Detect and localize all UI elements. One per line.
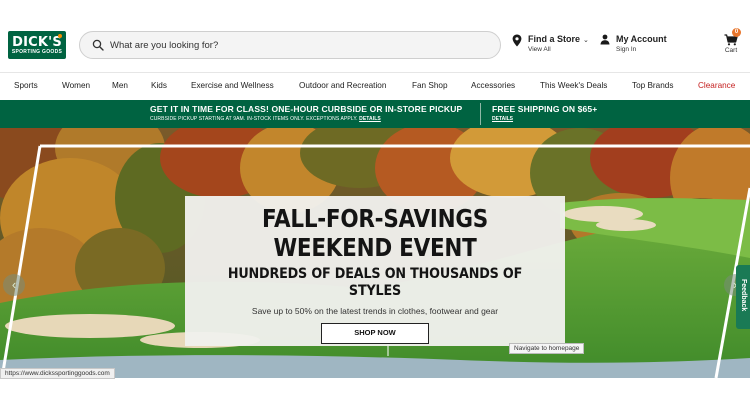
find-a-store[interactable]: Find a Store ⌄ View All (512, 34, 589, 56)
logo-dot (58, 34, 62, 38)
hero-body-text: Save up to 50% on the latest trends in c… (251, 306, 499, 316)
cart-count-badge: 0 (732, 28, 741, 37)
search-input[interactable] (110, 39, 470, 51)
nav-item-accessories[interactable]: Accessories (471, 81, 515, 90)
nav-item-kids[interactable]: Kids (151, 81, 167, 90)
hero-banner[interactable]: FALL-FOR-SAVINGS WEEKEND EVENT HUNDREDS … (0, 128, 750, 378)
feedback-tab[interactable]: Feedback (736, 265, 750, 329)
cart-button[interactable]: 0 Cart (720, 28, 742, 56)
promo-banner: GET IT IN TIME FOR CLASS! ONE-HOUR CURBS… (0, 100, 750, 128)
browser-status-url: https://www.dickssportinggoods.com (0, 368, 115, 379)
shipping-promo: FREE SHIPPING ON $65+ DETAILS (492, 104, 597, 124)
nav-item-fan-shop[interactable]: Fan Shop (412, 81, 448, 90)
account-text: My Account Sign In (616, 34, 667, 54)
site-header: DICK'S SPORTING GOODS Find a Store ⌄ Vie… (0, 0, 750, 72)
pickup-promo-title: GET IT IN TIME FOR CLASS! ONE-HOUR CURBS… (150, 104, 463, 114)
nav-item-men[interactable]: Men (112, 81, 128, 90)
promo-divider (480, 103, 481, 125)
my-account[interactable]: My Account Sign In (600, 34, 667, 56)
nav-item-clearance[interactable]: Clearance (698, 81, 735, 90)
nav-item-top-brands[interactable]: Top Brands (632, 81, 673, 90)
chevron-down-icon: ⌄ (583, 36, 589, 44)
nav-item-sports[interactable]: Sports (14, 81, 38, 90)
nav-item-outdoor-and-recreation[interactable]: Outdoor and Recreation (299, 81, 386, 90)
cart-label: Cart (724, 47, 738, 54)
nav-item-exercise-and-wellness[interactable]: Exercise and Wellness (191, 81, 274, 90)
hero-headline-line1: FALL-FOR-SAVINGS (262, 204, 488, 233)
view-all-link[interactable]: View All (528, 45, 589, 54)
logo-main-text: DICK'S (12, 34, 62, 50)
shipping-details-link[interactable]: DETAILS (492, 115, 597, 124)
nav-item-women[interactable]: Women (62, 81, 90, 90)
feedback-label: Feedback (740, 279, 747, 312)
person-icon (600, 34, 610, 45)
location-pin-icon (512, 34, 522, 47)
search-icon (92, 39, 104, 51)
hero-subheadline: HUNDREDS OF DEALS ON THOUSANDS OF STYLES (227, 266, 523, 299)
navigate-home-tooltip: Navigate to homepage (509, 343, 585, 354)
hero-promo-card: FALL-FOR-SAVINGS WEEKEND EVENT HUNDREDS … (185, 196, 565, 346)
store-text: Find a Store ⌄ View All (528, 34, 589, 54)
nav-item-this-weeks-deals[interactable]: This Week's Deals (540, 81, 607, 90)
my-account-label: My Account (616, 34, 667, 44)
shop-now-button[interactable]: SHOP NOW (321, 323, 429, 344)
search-bar[interactable] (79, 31, 501, 59)
pickup-promo-subtext: CURBSIDE PICKUP STARTING AT 9AM. IN-STOC… (150, 115, 462, 124)
pickup-promo-disclaimer: CURBSIDE PICKUP STARTING AT 9AM. IN-STOC… (150, 116, 358, 122)
pickup-details-link[interactable]: DETAILS (359, 116, 381, 122)
carousel-prev-arrow-icon[interactable]: ‹ (3, 274, 25, 296)
find-store-label: Find a Store (528, 34, 581, 44)
pickup-promo: GET IT IN TIME FOR CLASS! ONE-HOUR CURBS… (150, 104, 462, 124)
shipping-promo-title: FREE SHIPPING ON $65+ (492, 104, 598, 114)
dicks-logo[interactable]: DICK'S SPORTING GOODS (8, 31, 66, 59)
sign-in-link[interactable]: Sign In (616, 45, 667, 54)
main-nav: Sports Women Men Kids Exercise and Welln… (0, 72, 750, 100)
logo-sub-text: SPORTING GOODS (11, 48, 63, 55)
hero-headline-line2: WEEKEND EVENT (273, 233, 477, 262)
